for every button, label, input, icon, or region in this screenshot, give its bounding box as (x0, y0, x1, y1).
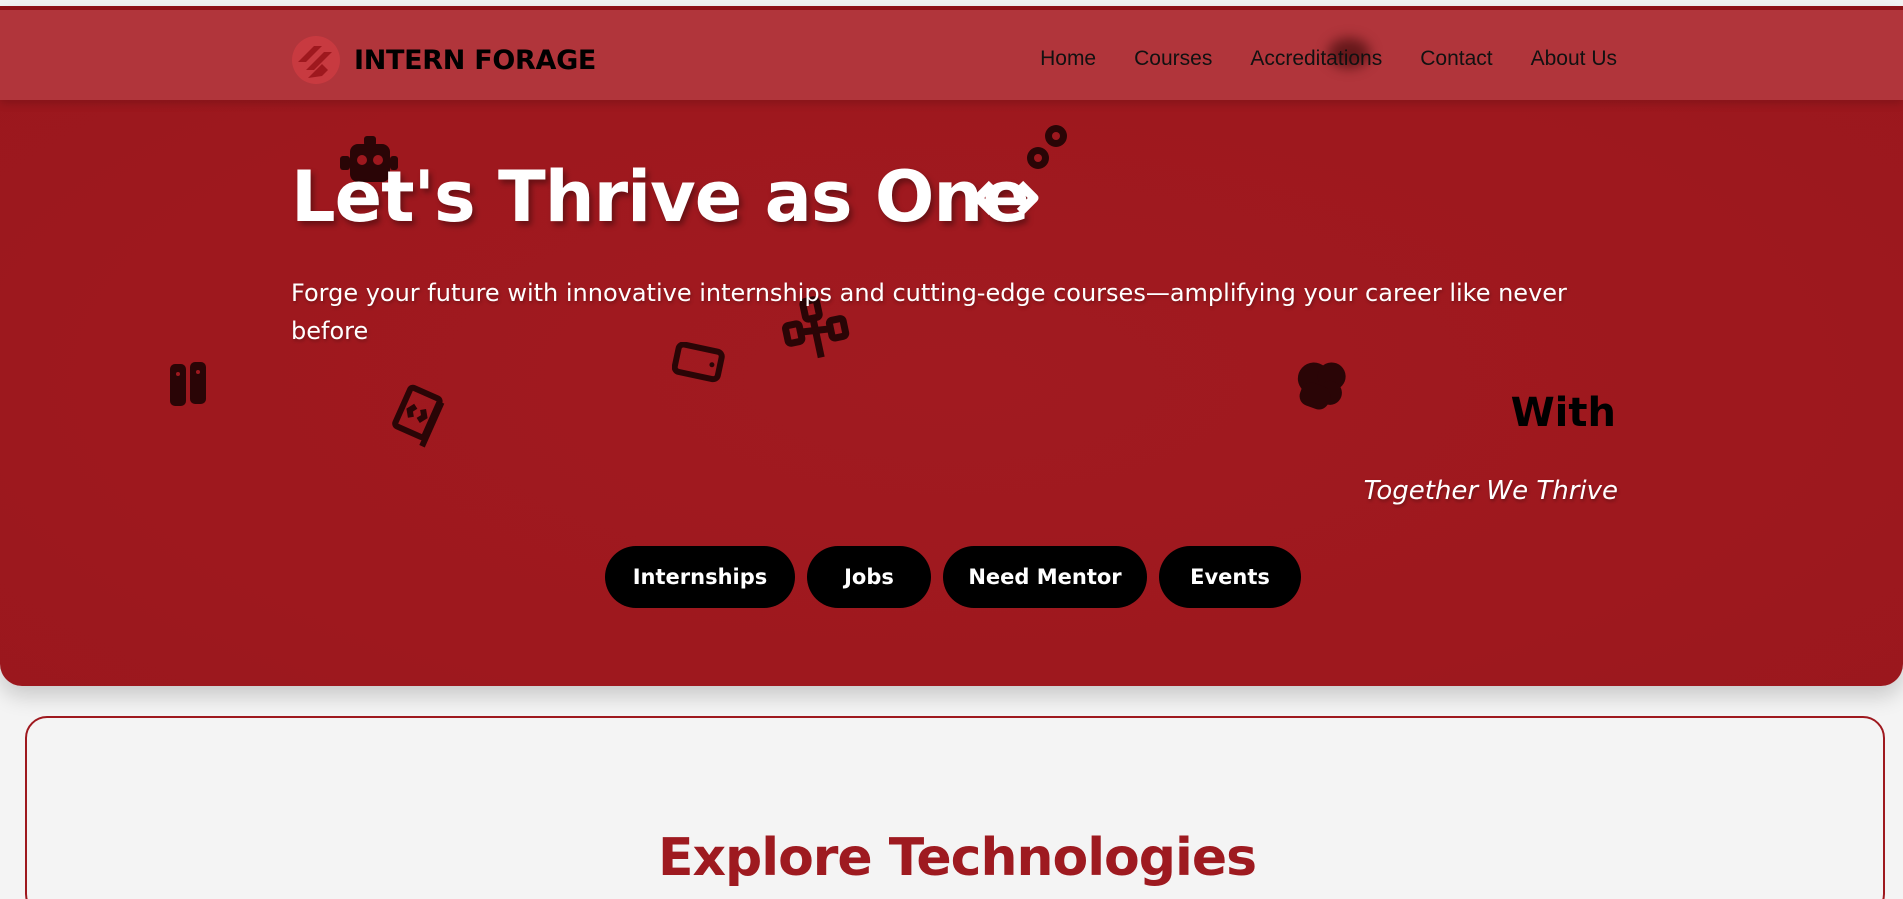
logo-mark-icon (292, 36, 340, 84)
nav-about-us[interactable]: About Us (1531, 47, 1617, 71)
nav-contact[interactable]: Contact (1420, 47, 1492, 71)
jobs-button[interactable]: Jobs (807, 546, 931, 608)
code-brackets-icon (973, 180, 1039, 216)
sim-card-icon (170, 362, 206, 406)
hero-title: Let's Thrive as One (291, 156, 1030, 238)
hero-buttons: Internships Jobs Need Mentor Events (605, 546, 1313, 608)
brand-name: INTERN FORAGE (354, 44, 597, 76)
events-button[interactable]: Events (1159, 546, 1301, 608)
technologies-card: Explore Technologies (25, 716, 1885, 899)
gears-icon (1027, 125, 1067, 169)
nav-accreditations[interactable]: Accreditations (1250, 47, 1382, 71)
nav-links: Home Courses Accreditations Contact Abou… (1002, 47, 1617, 71)
cloud-icon (1297, 362, 1346, 410)
nav-courses[interactable]: Courses (1134, 47, 1212, 71)
book-code-icon (392, 384, 445, 448)
nav-home[interactable]: Home (1040, 47, 1096, 71)
hero-subtitle: Forge your future with innovative intern… (291, 279, 1567, 345)
tagline: Together We Thrive (1363, 476, 1618, 506)
logo[interactable]: INTERN FORAGE (292, 36, 596, 84)
need-mentor-button[interactable]: Need Mentor (943, 546, 1147, 608)
section-title: Explore Technologies (657, 828, 1257, 888)
hero-section: INTERN FORAGE Home Courses Accreditation… (0, 6, 1903, 686)
internships-button[interactable]: Internships (605, 546, 795, 608)
with-label: With (1510, 390, 1616, 436)
navbar: INTERN FORAGE Home Courses Accreditation… (0, 6, 1903, 100)
